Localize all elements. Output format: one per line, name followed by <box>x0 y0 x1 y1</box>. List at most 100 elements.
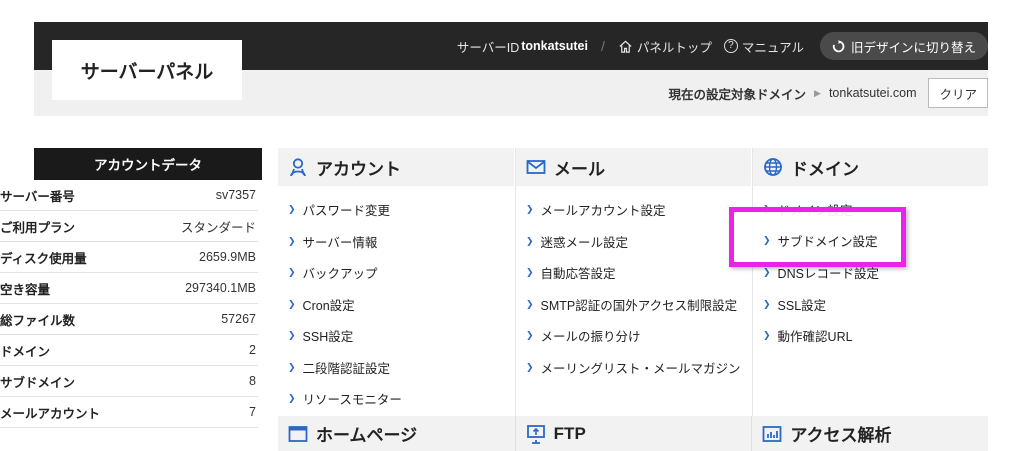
account-menu-item-label: 二段階認証設定 <box>302 361 391 376</box>
header-nav: サーバーID tonkatsutei / パネルトップ ? マニュアル 旧デザイ… <box>457 22 988 70</box>
target-domain-value: tonkatsutei.com <box>828 86 917 100</box>
domain-menu-item[interactable]: ❯ SSL設定 <box>763 289 988 321</box>
account-data-key: ドメイン <box>0 344 51 359</box>
chevron-right-icon: ❯ <box>288 393 296 404</box>
switch-design-button[interactable]: 旧デザインに切り替え <box>819 32 988 60</box>
chevron-right-icon: ❯ <box>526 330 534 341</box>
arrow-right-icon: ▶ <box>814 87 821 98</box>
mail-section-title: メール <box>554 159 605 179</box>
logo[interactable]: サーバーパネル <box>52 40 242 100</box>
mail-menu-item-label: メーリングリスト・メールマガジン <box>540 361 741 376</box>
access-section-title: アクセス解析 <box>790 426 892 445</box>
domain-section-title: ドメイン <box>791 159 859 179</box>
subdomain-setting-link-highlighted[interactable]: ❯ サブドメイン設定 <box>763 231 878 250</box>
mail-menu-item-label: 迷惑メール設定 <box>540 235 629 250</box>
account-data-value: 297340.1MB <box>185 281 256 295</box>
access-section-header[interactable]: アクセス解析 <box>751 416 989 451</box>
account-menu-item-label: サーバー情報 <box>302 235 378 250</box>
chevron-right-icon: ❯ <box>288 204 296 215</box>
mail-section-items: ❯ メールアカウント設定 ❯ 迷惑メール設定 ❯ 自動応答設定 ❯ SMTP認証の国外アクセス… <box>516 186 751 383</box>
ftp-section-title: FTP <box>553 423 586 443</box>
chevron-right-icon: ❯ <box>288 361 296 372</box>
account-data-row: ご利用プラン スタンダード <box>0 211 258 242</box>
mail-menu-item-label: 自動応答設定 <box>540 267 616 282</box>
account-data-row: ドメイン 2 <box>0 335 258 366</box>
account-menu-item[interactable]: ❯ Cron設定 <box>288 289 514 321</box>
mail-menu-item[interactable]: ❯ メールの振り分け <box>526 320 751 352</box>
account-menu-item[interactable]: ❯ SSH設定 <box>288 320 514 352</box>
account-data-value: sv7357 <box>215 188 256 202</box>
account-data-key: 空き容量 <box>0 282 51 297</box>
domain-section-header[interactable]: ドメイン <box>753 148 988 186</box>
account-data-value: 8 <box>249 374 256 388</box>
help-icon: ? <box>723 39 738 53</box>
account-data-value: スタンダード <box>180 220 256 235</box>
target-domain-row: 現在の設定対象ドメイン ▶ tonkatsutei.com クリア <box>668 70 988 116</box>
account-data-row: メールアカウント 7 <box>0 397 258 428</box>
mail-menu-item[interactable]: ❯ 迷惑メール設定 <box>526 226 751 258</box>
account-data-key: 総ファイル数 <box>0 313 76 328</box>
account-data-title: アカウントデータ <box>34 148 262 180</box>
panel-top-link[interactable]: パネルトップ <box>618 37 712 56</box>
mail-menu-item[interactable]: ❯ メールアカウント設定 <box>526 194 751 226</box>
account-data-rows: サーバー番号 sv7357 ご利用プラン スタンダード ディスク使用量 2659.9MB 空… <box>0 180 262 428</box>
account-menu-item[interactable]: ❯ 二段階認証設定 <box>288 352 514 384</box>
account-section-header[interactable]: アカウント <box>278 148 514 186</box>
account-data-key: メールアカウント <box>0 406 101 421</box>
account-menu-item-label: Cron設定 <box>302 298 355 313</box>
footer-sections: ホームページ FTP アクセス解析 <box>278 416 989 451</box>
account-data-row: サブドメイン 8 <box>0 366 258 397</box>
account-data-row: 総ファイル数 57267 <box>0 304 258 335</box>
account-section-title: アカウント <box>316 159 401 179</box>
divider: / <box>600 38 605 54</box>
chevron-right-icon: ❯ <box>288 235 296 246</box>
manual-link[interactable]: ? マニュアル <box>723 37 804 56</box>
domain-menu-item[interactable]: ❯ 動作確認URL <box>763 320 988 352</box>
account-data-row: 空き容量 297340.1MB <box>0 273 258 304</box>
mail-menu-item[interactable]: ❯ SMTP認証の国外アクセス制限設定 <box>526 289 751 321</box>
mail-menu-item[interactable]: ❯ 自動応答設定 <box>526 257 751 289</box>
panel-top-label: パネルトップ <box>636 40 712 55</box>
chevron-right-icon: ❯ <box>526 361 534 372</box>
mail-menu-item-label: メールの振り分け <box>540 330 641 345</box>
server-id: tonkatsutei <box>521 39 588 53</box>
account-section-items: ❯ パスワード変更 ❯ サーバー情報 ❯ バックアップ ❯ Cron設定 ❯ SSH設定 ❯ 二段階認… <box>278 186 514 415</box>
homepage-section-title: ホームページ <box>316 426 418 445</box>
chevron-right-icon: ❯ <box>288 330 296 341</box>
chevron-right-icon: ❯ <box>526 235 534 246</box>
envelope-icon <box>526 160 546 174</box>
monitor-upload-icon <box>526 424 545 444</box>
account-menu-item[interactable]: ❯ パスワード変更 <box>288 194 514 226</box>
chevron-right-icon: ❯ <box>763 235 771 245</box>
chevron-right-icon: ❯ <box>763 267 771 278</box>
mail-section-header[interactable]: メール <box>516 148 751 186</box>
bar-chart-icon <box>762 425 782 442</box>
account-data-key: ご利用プラン <box>0 220 76 235</box>
account-menu-item[interactable]: ❯ リソースモニター <box>288 383 514 415</box>
homepage-section-header[interactable]: ホームページ <box>278 416 515 451</box>
clear-button[interactable]: クリア <box>928 78 988 108</box>
account-data-value: 2659.9MB <box>199 250 256 264</box>
domain-menu-item-label: SSL設定 <box>777 298 827 313</box>
account-menu-item[interactable]: ❯ サーバー情報 <box>288 226 514 258</box>
account-data-value: 2 <box>249 343 256 357</box>
account-data-row: サーバー番号 sv7357 <box>0 180 258 211</box>
chevron-right-icon: ❯ <box>288 298 296 309</box>
refresh-icon <box>832 39 845 52</box>
domain-menu-item-label: 動作確認URL <box>777 330 853 345</box>
domain-section: ドメイン ❯ドメイン設定❯サブドメイン設定❯DNSレコード設定❯SSL設定❯動作… <box>752 148 988 416</box>
chevron-right-icon: ❯ <box>763 298 771 309</box>
mail-menu-item[interactable]: ❯ メーリングリスト・メールマガジン <box>526 352 751 384</box>
subdomain-setting-label: サブドメイン設定 <box>777 235 878 249</box>
account-menu-item[interactable]: ❯ バックアップ <box>288 257 514 289</box>
chevron-right-icon: ❯ <box>526 298 534 309</box>
logo-text: サーバーパネル <box>80 61 214 83</box>
account-menu-item-label: パスワード変更 <box>302 204 391 219</box>
switch-design-label: 旧デザインに切り替え <box>850 40 976 55</box>
ftp-section-header[interactable]: FTP <box>514 416 752 451</box>
manual-label: マニュアル <box>741 40 804 55</box>
mail-menu-item-label: メールアカウント設定 <box>540 204 666 219</box>
account-section: アカウント ❯ パスワード変更 ❯ サーバー情報 ❯ バックアップ ❯ Cron設定 ❯ SSH設… <box>278 148 514 416</box>
chevron-right-icon: ❯ <box>526 267 534 278</box>
target-domain-label: 現在の設定対象ドメイン <box>668 87 807 102</box>
